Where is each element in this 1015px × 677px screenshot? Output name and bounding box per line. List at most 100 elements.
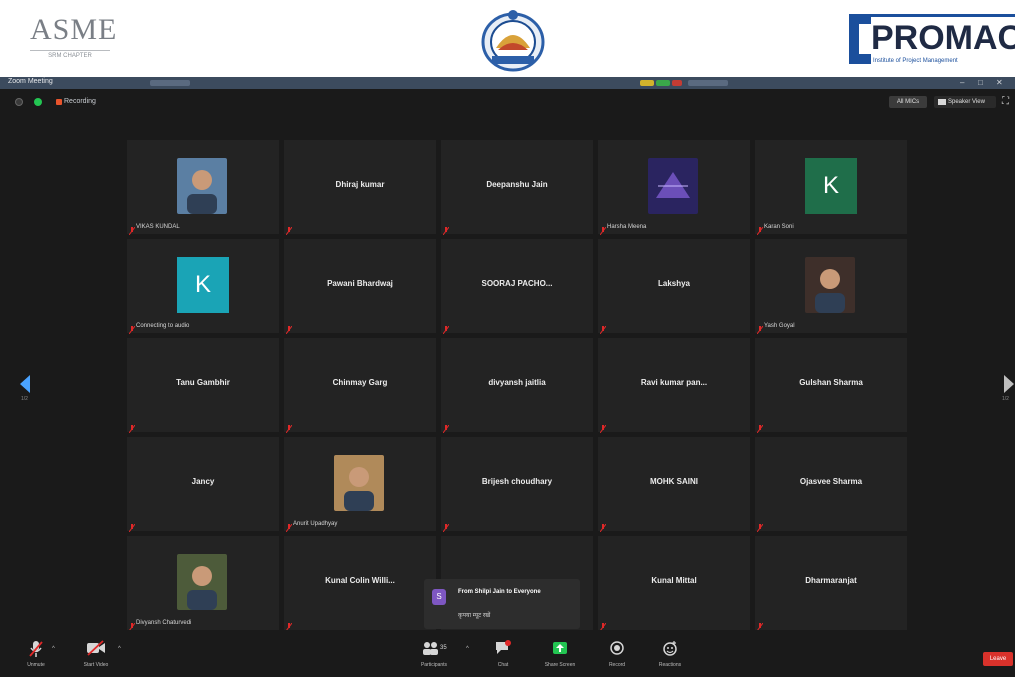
participant-tile[interactable]: Kunal Mittal bbox=[598, 536, 750, 632]
window-title: Zoom Meeting bbox=[8, 78, 53, 85]
participant-tile[interactable]: Tanu Gambhir bbox=[127, 338, 279, 434]
grid-view-icon bbox=[938, 99, 946, 105]
participant-name: Brijesh choudhary bbox=[481, 477, 553, 486]
participant-name: Ravi kumar pan... bbox=[640, 378, 708, 387]
participant-label: Yash Goyal bbox=[764, 323, 795, 329]
gallery-grid: VIKAS KUNDAL Dhiraj kumar Deepanshu Jain Ha… bbox=[127, 140, 907, 632]
reactions-icon bbox=[648, 640, 692, 660]
participant-name: Kunal Mittal bbox=[651, 576, 697, 585]
participant-tile[interactable]: K Connecting to audio bbox=[127, 239, 279, 335]
participants-button[interactable]: 35 Participants bbox=[410, 640, 458, 676]
participant-tile[interactable]: Ojasvee Sharma bbox=[755, 437, 907, 533]
muted-mic-icon bbox=[128, 519, 136, 533]
participant-tile[interactable]: Lakshya bbox=[598, 239, 750, 335]
participant-tile[interactable]: VIKAS KUNDAL bbox=[127, 140, 279, 236]
participant-name: SOORAJ PACHO... bbox=[481, 279, 553, 288]
meeting-controls-toolbar: Unmute ^ Start Video ^ 35 Participants ^… bbox=[0, 630, 1015, 677]
chat-icon bbox=[481, 640, 525, 660]
participant-tile[interactable]: Pawani Bhardwaj bbox=[284, 239, 436, 335]
muted-mic-icon bbox=[599, 222, 607, 236]
svg-text:1/2: 1/2 bbox=[1002, 396, 1009, 401]
encryption-shield-icon[interactable] bbox=[34, 98, 42, 106]
participant-name: Tanu Gambhir bbox=[176, 378, 230, 387]
muted-mic-icon bbox=[599, 420, 607, 434]
participant-tile[interactable]: Gulshan Sharma bbox=[755, 338, 907, 434]
participant-name: Dharmaranjat bbox=[805, 576, 857, 585]
muted-mic-icon bbox=[442, 321, 450, 335]
muted-mic-icon bbox=[756, 519, 764, 533]
chat-notification-popup[interactable]: S From Shilpi Jain to Everyone कृपया म्य… bbox=[424, 579, 580, 629]
asme-logo-sub: SRM CHAPTER bbox=[30, 50, 110, 59]
participant-tile[interactable]: Chinmay Garg bbox=[284, 338, 436, 434]
participant-tile[interactable]: Deepanshu Jain bbox=[441, 140, 593, 236]
asme-logo: ASME SRM CHAPTER bbox=[30, 13, 118, 66]
muted-mic-icon bbox=[756, 222, 764, 236]
participant-tile[interactable]: Ravi kumar pan... bbox=[598, 338, 750, 434]
muted-mic-icon bbox=[599, 618, 607, 632]
participant-profile-image bbox=[648, 158, 698, 214]
participant-tile[interactable]: MOHK SAINI bbox=[598, 437, 750, 533]
promac-logo: PROMAC Institute of Project Management bbox=[845, 14, 1015, 70]
audio-options-caret-icon[interactable]: ^ bbox=[52, 646, 55, 652]
participant-tile[interactable]: Dhiraj kumar bbox=[284, 140, 436, 236]
previous-page-arrow[interactable]: 1/2 bbox=[18, 371, 32, 402]
participant-tile[interactable]: Kunal Colin Willi... bbox=[284, 536, 436, 632]
chat-button[interactable]: Chat bbox=[481, 640, 525, 676]
participant-tile[interactable]: K Karan Soni bbox=[755, 140, 907, 236]
muted-mic-icon bbox=[285, 618, 293, 632]
fullscreen-icon[interactable]: ⛶ bbox=[1002, 96, 1012, 108]
muted-mic-icon bbox=[285, 321, 293, 335]
participant-tile[interactable]: Brijesh choudhary bbox=[441, 437, 593, 533]
participants-icon: 35 bbox=[410, 640, 458, 660]
participants-options-caret-icon[interactable]: ^ bbox=[466, 646, 469, 652]
participant-name: Pawani Bhardwaj bbox=[327, 279, 393, 288]
video-options-caret-icon[interactable]: ^ bbox=[118, 646, 121, 652]
participant-initial-avatar: K bbox=[177, 257, 229, 313]
asme-logo-text: ASME bbox=[30, 13, 118, 46]
muted-mic-icon bbox=[128, 420, 136, 434]
record-label: Record bbox=[608, 662, 626, 668]
participant-tile[interactable]: divyansh jaitlia bbox=[441, 338, 593, 434]
muted-mic-icon bbox=[599, 321, 607, 335]
participant-tile[interactable]: Divyansh Chaturvedi bbox=[127, 536, 279, 632]
minimize-button[interactable]: – bbox=[960, 78, 964, 87]
view-toggle-button[interactable]: Speaker View bbox=[934, 96, 996, 108]
share-screen-button[interactable]: Share Screen bbox=[538, 640, 582, 676]
participant-tile[interactable]: Anurit Upadhyay bbox=[284, 437, 436, 533]
muted-mic-icon bbox=[756, 420, 764, 434]
leave-button[interactable]: Leave bbox=[983, 652, 1013, 666]
maximize-button[interactable]: □ bbox=[978, 78, 983, 87]
participant-tile[interactable]: Dharmaranjat bbox=[755, 536, 907, 632]
reactions-button[interactable]: Reactions bbox=[648, 640, 692, 676]
participant-tile[interactable]: Harsha Meena bbox=[598, 140, 750, 236]
muted-mic-icon bbox=[756, 618, 764, 632]
start-video-button[interactable]: Start Video bbox=[74, 640, 118, 676]
muted-mic-icon bbox=[599, 519, 607, 533]
participant-initial-avatar: K bbox=[805, 158, 857, 214]
meeting-info-icon[interactable] bbox=[15, 98, 23, 106]
next-page-arrow[interactable]: 1/2 bbox=[1002, 371, 1015, 402]
promac-logo-sub: Institute of Project Management bbox=[873, 58, 958, 64]
window-titlebar: Zoom Meeting – □ ✕ bbox=[0, 77, 1015, 89]
participant-tile[interactable]: SOORAJ PACHO... bbox=[441, 239, 593, 335]
participant-name: Deepanshu Jain bbox=[486, 180, 548, 189]
participant-name: Chinmay Garg bbox=[332, 378, 388, 387]
zoom-meeting-window: Zoom Meeting – □ ✕ Recording All MICs Sp… bbox=[0, 77, 1015, 677]
muted-mic-icon bbox=[442, 519, 450, 533]
participant-tile[interactable]: Jancy bbox=[127, 437, 279, 533]
chat-sender-line: From Shilpi Jain to Everyone bbox=[458, 589, 541, 595]
participant-name: divyansh jaitlia bbox=[488, 378, 546, 387]
participant-photo bbox=[177, 158, 227, 214]
participant-label: Harsha Meena bbox=[607, 224, 647, 230]
chat-label: Chat bbox=[497, 662, 509, 668]
muted-mic-icon bbox=[285, 222, 293, 236]
mute-all-button[interactable]: All MICs bbox=[889, 96, 927, 108]
promac-logo-text: PROMAC bbox=[871, 19, 1015, 57]
participant-photo bbox=[177, 554, 227, 610]
participant-tile[interactable]: Yash Goyal bbox=[755, 239, 907, 335]
event-banner: ASME SRM CHAPTER PROMAC Institute of Pro… bbox=[0, 0, 1015, 75]
chat-sender-avatar: S bbox=[432, 589, 446, 605]
close-button[interactable]: ✕ bbox=[996, 78, 1003, 87]
muted-mic-icon bbox=[442, 222, 450, 236]
record-button[interactable]: Record bbox=[595, 640, 639, 676]
